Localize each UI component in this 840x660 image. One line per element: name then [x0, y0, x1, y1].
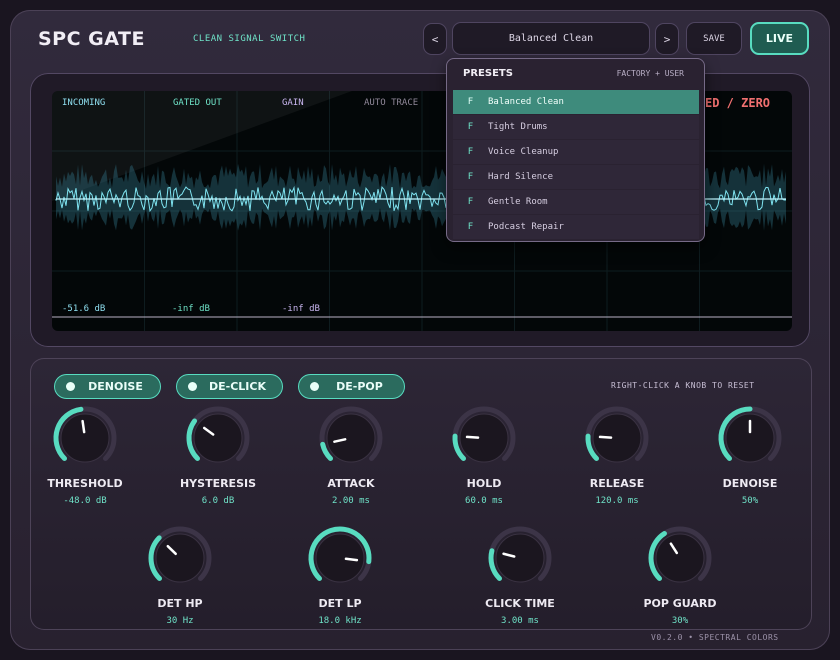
knob-label: DET HP: [157, 597, 203, 610]
knob-value-readout: 50%: [741, 496, 759, 506]
knob-body: [60, 413, 110, 463]
live-button[interactable]: LIVE: [750, 22, 809, 55]
depop-toggle[interactable]: DE-POP: [298, 374, 405, 399]
preset-name: Voice Cleanup: [488, 147, 559, 157]
preset-item[interactable]: F Balanced Clean: [453, 90, 699, 114]
knob-pointer: [344, 557, 359, 562]
save-button[interactable]: SAVE: [686, 22, 742, 55]
preset-source-badge: F: [467, 197, 474, 207]
preset-selector[interactable]: Balanced Clean: [452, 22, 650, 55]
next-preset-button[interactable]: >: [655, 23, 679, 55]
gate-status-indicator: ED / ZERO: [705, 96, 771, 110]
knob-label: CLICK TIME: [485, 597, 555, 610]
knob-value-readout: 2.00 ms: [332, 496, 370, 506]
scope-label-auto-trace: AUTO TRACE: [364, 98, 419, 108]
preset-source-badge: F: [467, 147, 474, 157]
knob-label: HOLD: [466, 477, 502, 490]
preset-item[interactable]: F Voice Cleanup: [453, 140, 699, 164]
readout-incoming: -51.6 dB: [62, 304, 106, 314]
readout-gain: -inf dB: [282, 304, 320, 314]
toggle-label: DE-POP: [336, 380, 383, 393]
preset-source-badge: F: [467, 222, 474, 232]
knob-click-time[interactable]: [480, 518, 560, 602]
app-subtitle: CLEAN SIGNAL SWITCH: [193, 34, 306, 44]
knob-dial: [585, 406, 649, 463]
preset-item[interactable]: F Hard Silence: [453, 165, 699, 189]
preset-name: Podcast Repair: [488, 222, 564, 232]
scope-label-gated-out: GATED OUT: [173, 98, 222, 108]
version-footer: V0.2.0 • SPECTRAL COLORS: [651, 633, 779, 642]
scope-label-gain: GAIN: [282, 98, 304, 108]
knob-label: RELEASE: [589, 477, 645, 490]
preset-source-badge: F: [467, 122, 474, 132]
prev-preset-button[interactable]: <: [423, 23, 447, 55]
knob-label: DET LP: [318, 597, 362, 610]
knob-pointer: [81, 419, 86, 434]
knob-value-readout: 30%: [671, 616, 689, 626]
reset-hint: RIGHT-CLICK A KNOB TO RESET: [611, 381, 755, 390]
declick-toggle[interactable]: DE-CLICK: [176, 374, 283, 399]
preset-dropdown-heading: PRESETS: [463, 68, 513, 79]
knob-label: ATTACK: [327, 477, 375, 490]
knob-dial: [648, 526, 712, 583]
scope-label-incoming: INCOMING: [62, 98, 106, 108]
app-title: SPC GATE: [38, 28, 145, 50]
preset-source-badge: F: [467, 172, 474, 182]
knob-value-readout: 6.0 dB: [201, 496, 235, 506]
knob-label: THRESHOLD: [47, 477, 123, 490]
knob-dial: [718, 406, 782, 463]
readout-gated-out: -inf dB: [172, 304, 210, 314]
knob-label: POP GUARD: [643, 597, 717, 610]
knob-attack[interactable]: [311, 398, 391, 482]
knob-pointer: [598, 435, 613, 439]
knob-pop-guard[interactable]: [640, 518, 720, 602]
denoise-toggle[interactable]: DENOISE: [54, 374, 161, 399]
knob-det-lp[interactable]: [300, 518, 380, 602]
toggle-led-icon: [310, 382, 319, 391]
knob-dial: [148, 526, 212, 583]
preset-item[interactable]: F Gentle Room: [453, 190, 699, 214]
knob-dial: [53, 406, 117, 463]
preset-source-badge: F: [467, 97, 474, 107]
knob-value-readout: 30 Hz: [166, 616, 194, 626]
knob-body: [655, 533, 705, 583]
preset-item[interactable]: F Tight Drums: [453, 115, 699, 139]
knob-body: [155, 533, 205, 583]
preset-dropdown: PRESETS FACTORY + USER F Balanced Clean F T…: [446, 58, 705, 242]
knob-value-readout: 3.00 ms: [501, 616, 539, 626]
knob-body: [315, 533, 365, 583]
knob-threshold[interactable]: [45, 398, 125, 482]
knob-value-readout: 60.0 ms: [465, 496, 503, 506]
toggle-label: DE-CLICK: [209, 380, 266, 393]
knob-det-hp[interactable]: [140, 518, 220, 602]
knob-value-readout: 120.0 ms: [595, 496, 639, 506]
knob-body: [495, 533, 545, 583]
preset-name: Hard Silence: [488, 172, 554, 182]
preset-name: Gentle Room: [488, 197, 548, 207]
knob-dial: [319, 406, 383, 463]
knob-dial: [488, 526, 552, 583]
knob-dial: [452, 406, 516, 463]
knob-value-readout: 18.0 kHz: [318, 616, 362, 626]
preset-name: Balanced Clean: [488, 97, 564, 107]
toggle-led-icon: [188, 382, 197, 391]
knob-release[interactable]: [577, 398, 657, 482]
knob-body: [193, 413, 243, 463]
preset-item[interactable]: F Podcast Repair: [453, 215, 699, 239]
preset-dropdown-source: FACTORY + USER: [616, 69, 684, 78]
knob-pointer: [465, 435, 480, 439]
knob-hold[interactable]: [444, 398, 524, 482]
knob-label: HYSTERESIS: [179, 477, 257, 490]
knob-label: DENOISE: [722, 477, 778, 490]
knob-dial: [308, 526, 372, 583]
knob-hysteresis[interactable]: [178, 398, 258, 482]
knob-value-readout: -48.0 dB: [63, 496, 107, 506]
toggle-label: DENOISE: [88, 380, 143, 393]
preset-name: Tight Drums: [488, 122, 548, 132]
knob-denoise[interactable]: [710, 398, 790, 482]
toggle-led-icon: [66, 382, 75, 391]
knob-dial: [186, 406, 250, 463]
knob-body: [326, 413, 376, 463]
